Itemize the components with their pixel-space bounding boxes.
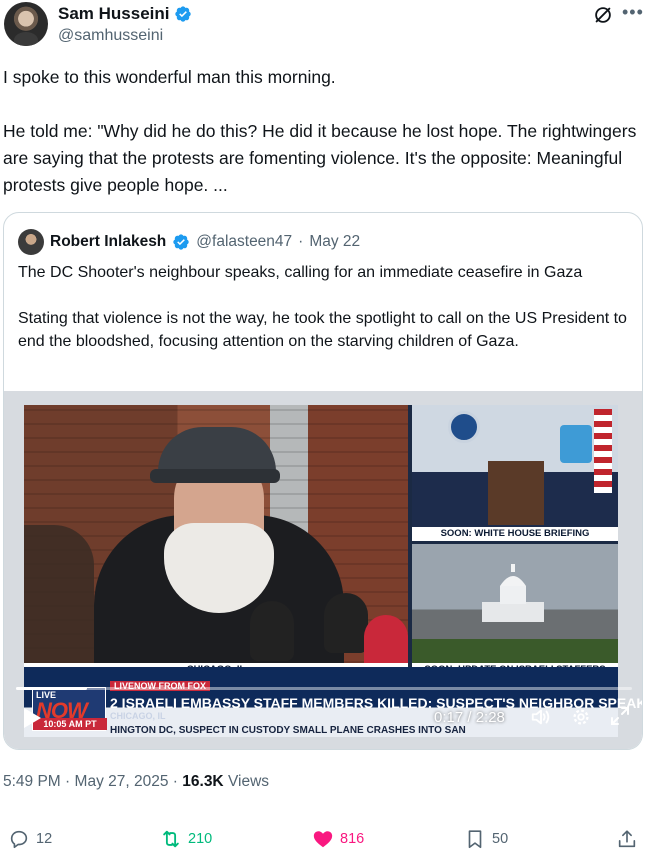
meta-separator: · (172, 773, 178, 790)
tweet-actions: 12 210 816 50 (0, 828, 647, 850)
author-handle[interactable]: @samhusseini (58, 27, 163, 45)
video-controls: 0:17 / 2:28 (4, 687, 642, 749)
caption-white-house: SOON: WHITE HOUSE BRIEFING (412, 527, 618, 541)
quoted-tweet-header: Robert Inlakesh @falasteen47 · May 22 (18, 229, 360, 255)
tweet-line-2: He told me: "Why did he do this? He did … (3, 121, 637, 195)
video-time: 0:17 / 2:28 (434, 709, 505, 726)
play-icon[interactable] (22, 707, 42, 729)
video-capitol-scene (412, 544, 618, 663)
tweet-header: Sam Husseini @samhusseini ••• (0, 0, 647, 60)
tweet-time[interactable]: 5:49 PM (3, 773, 61, 790)
repost-button[interactable]: 210 (160, 828, 212, 850)
share-button[interactable] (616, 828, 638, 850)
like-button[interactable]: 816 (312, 828, 364, 850)
views-count: 16.3K (182, 773, 224, 790)
video-progress-bar[interactable] (16, 687, 632, 690)
settings-gear-icon[interactable] (570, 706, 592, 728)
quoted-line-2: Stating that violence is not the way, he… (18, 310, 627, 350)
author-avatar[interactable] (4, 2, 48, 46)
heart-icon (313, 831, 333, 848)
video-player[interactable]: CHICAGO, IL SOON: WHITE HOUSE BRIEFING S… (4, 391, 642, 749)
author-name-row: Sam Husseini (58, 4, 192, 24)
tweet-meta: 5:49 PM · May 27, 2025 · 16.3K Views (3, 773, 269, 791)
share-icon (618, 830, 636, 848)
reply-button[interactable]: 12 (8, 828, 52, 850)
quoted-line-1: The DC Shooter's neighbour speaks, calli… (18, 264, 583, 281)
reply-count: 12 (36, 831, 53, 847)
quoted-separator: · (298, 233, 304, 250)
video-main-scene (24, 405, 408, 675)
reply-icon (10, 830, 28, 849)
quoted-text: The DC Shooter's neighbour speaks, calli… (18, 261, 630, 353)
grok-icon[interactable] (592, 4, 614, 26)
quoted-date[interactable]: May 22 (309, 233, 360, 251)
quoted-author-name[interactable]: Robert Inlakesh (50, 233, 166, 251)
bookmark-icon (468, 830, 482, 849)
fullscreen-icon[interactable] (610, 706, 630, 726)
meta-separator: · (65, 773, 71, 790)
volume-icon[interactable] (530, 706, 552, 728)
verified-badge-icon (174, 6, 191, 22)
video-progress-fill (16, 687, 87, 690)
repost-icon (163, 830, 179, 848)
bookmark-count: 50 (492, 831, 509, 847)
verified-badge-icon (173, 234, 189, 250)
views-label: Views (227, 773, 270, 790)
author-name[interactable]: Sam Husseini (58, 4, 170, 24)
more-options-icon[interactable]: ••• (622, 2, 644, 23)
quoted-author-avatar[interactable] (18, 229, 44, 255)
tweet-text: I spoke to this wonderful man this morni… (3, 64, 643, 199)
quoted-author-handle[interactable]: @falasteen47 (196, 233, 292, 251)
like-count: 816 (340, 831, 365, 847)
repost-count: 210 (188, 831, 213, 847)
tweet-date[interactable]: May 27, 2025 (75, 773, 169, 790)
tweet-line-1: I spoke to this wonderful man this morni… (3, 67, 336, 87)
quoted-tweet[interactable]: Robert Inlakesh @falasteen47 · May 22 Th… (3, 212, 643, 750)
video-white-house-scene (412, 405, 618, 527)
bookmark-button[interactable]: 50 (464, 828, 508, 850)
